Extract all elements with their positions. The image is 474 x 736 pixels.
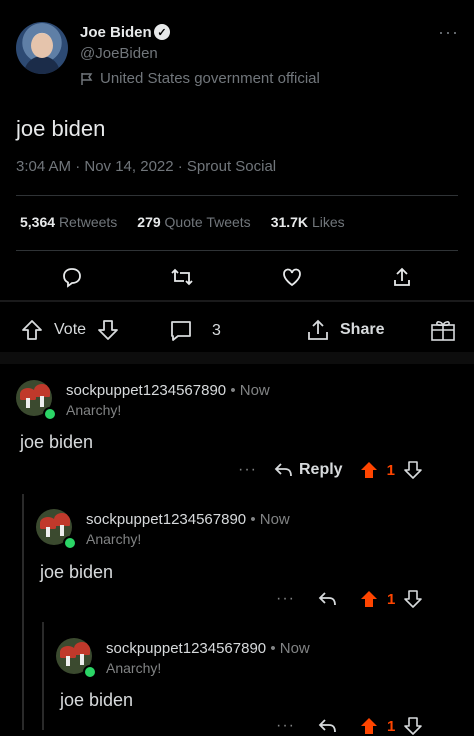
vote-group: 1 <box>359 460 423 480</box>
comment-username[interactable]: sockpuppet1234567890 • Now <box>106 640 310 657</box>
share-icon[interactable] <box>387 262 417 292</box>
divider <box>0 300 474 302</box>
retweet-icon[interactable] <box>167 262 197 292</box>
score: 1 <box>386 717 396 735</box>
more-options-icon[interactable]: ··· <box>238 461 257 479</box>
share-button[interactable]: Share <box>306 318 384 342</box>
user-flair: Anarchy! <box>106 660 162 676</box>
reply-button[interactable]: Reply <box>273 461 343 479</box>
downvote-arrow-icon[interactable] <box>403 460 423 480</box>
government-label: United States government official <box>80 70 320 87</box>
vote-group: 1 <box>359 716 423 736</box>
quote-tweets-stat[interactable]: 279 Quote Tweets <box>137 214 250 230</box>
likes-stat[interactable]: 31.7K Likes <box>271 214 345 230</box>
upvote-arrow-icon[interactable] <box>359 716 379 736</box>
downvote-arrow-icon[interactable] <box>403 589 423 609</box>
upvote-arrow-icon[interactable] <box>359 460 379 480</box>
section-separator <box>0 352 474 364</box>
thread-line[interactable] <box>22 494 24 730</box>
tweet-text: joe biden <box>16 116 106 141</box>
comment-actions: ··· Reply 1 <box>238 460 423 480</box>
vote-group: Vote <box>20 318 120 342</box>
comment-actions: ··· 1 <box>276 716 423 736</box>
divider <box>16 250 458 251</box>
divider <box>16 195 458 196</box>
more-options-icon[interactable]: ··· <box>438 22 459 43</box>
upvote-arrow-icon[interactable] <box>359 589 379 609</box>
government-label-text: United States government official <box>100 70 320 87</box>
tweet-meta: 3:04 AM · Nov 14, 2022 · Sprout Social <box>16 158 277 175</box>
comments-button[interactable]: 3 <box>168 318 221 344</box>
comment-body: joe biden <box>60 690 134 710</box>
tweet-actions <box>0 262 474 292</box>
score: 1 <box>386 461 395 479</box>
reply-icon[interactable] <box>57 262 87 292</box>
comment-body: joe biden <box>20 432 94 452</box>
score: 1 <box>386 590 396 608</box>
comment-username[interactable]: sockpuppet1234567890 • Now <box>66 382 270 399</box>
display-name[interactable]: Joe Biden <box>80 24 152 41</box>
share-arrow-icon <box>308 319 328 340</box>
reply-arrow-icon[interactable] <box>317 590 337 608</box>
user-flair: Anarchy! <box>66 402 122 418</box>
tweet-stats: 5,364 Retweets 279 Quote Tweets 31.7K Li… <box>20 214 345 230</box>
user-handle[interactable]: @JoeBiden <box>80 45 158 62</box>
comment-bubble-icon <box>171 321 191 341</box>
online-status-indicator <box>83 665 97 679</box>
online-status-indicator <box>43 407 57 421</box>
online-status-indicator <box>63 536 77 550</box>
reply-arrow-icon <box>274 463 292 477</box>
verified-badge-icon: ✓ <box>154 24 170 40</box>
retweets-stat[interactable]: 5,364 Retweets <box>20 214 117 230</box>
more-options-icon[interactable]: ··· <box>276 717 295 735</box>
award-gift-icon[interactable] <box>430 318 456 342</box>
reply-arrow-icon[interactable] <box>317 717 337 735</box>
comment-username[interactable]: sockpuppet1234567890 • Now <box>86 511 290 528</box>
vote-label: Vote <box>54 321 87 338</box>
downvote-arrow-icon[interactable] <box>96 318 120 342</box>
upvote-arrow-icon[interactable] <box>20 318 44 342</box>
share-label: Share <box>340 321 385 338</box>
comment-count: 3 <box>212 322 221 339</box>
thread-line[interactable] <box>42 622 44 730</box>
vote-group: 1 <box>359 589 423 609</box>
flag-icon <box>81 72 93 85</box>
profile-avatar[interactable] <box>16 22 68 74</box>
comment-actions: ··· 1 <box>276 589 423 609</box>
like-icon[interactable] <box>277 262 307 292</box>
more-options-icon[interactable]: ··· <box>276 590 295 608</box>
user-flair: Anarchy! <box>86 531 142 547</box>
reply-label: Reply <box>298 461 343 478</box>
downvote-arrow-icon[interactable] <box>403 716 423 736</box>
comment-body: joe biden <box>40 562 114 582</box>
